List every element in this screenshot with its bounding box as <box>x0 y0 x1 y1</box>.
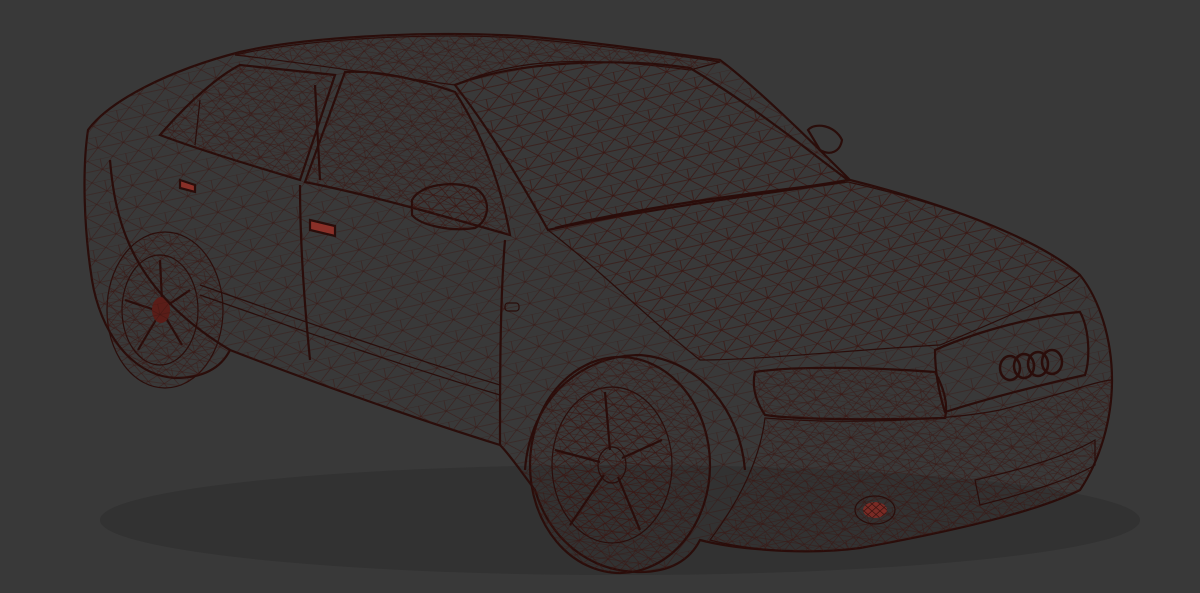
headlight <box>752 366 948 421</box>
front-wheel <box>528 355 712 575</box>
3d-viewport[interactable] <box>0 0 1200 593</box>
side-mirror <box>410 183 489 231</box>
car-wireframe-render[interactable] <box>0 0 1200 593</box>
